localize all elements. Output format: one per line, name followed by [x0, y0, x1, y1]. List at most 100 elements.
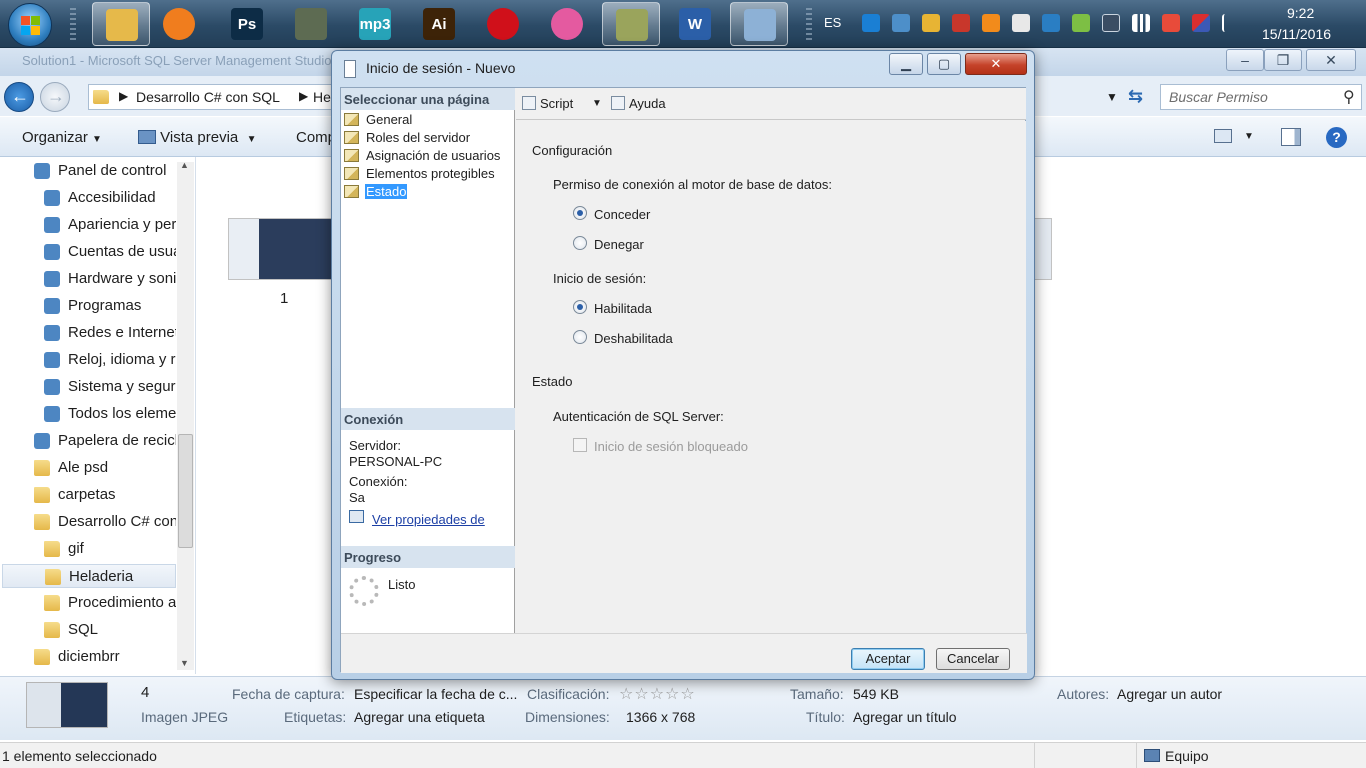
search-icon[interactable]: ⚲: [1343, 87, 1355, 107]
disabled-label[interactable]: Deshabilitada: [594, 331, 673, 346]
file-thumbnail[interactable]: [1034, 218, 1052, 280]
taskbar-app-media-player[interactable]: [150, 2, 208, 46]
nav-item[interactable]: Procedimiento a: [44, 591, 176, 615]
status-selected: 1 elemento seleccionado: [2, 748, 157, 764]
flag-tray-icon[interactable]: [1222, 14, 1240, 32]
tags-field[interactable]: Agregar una etiqueta: [354, 709, 485, 725]
nav-item[interactable]: Desarrollo C# con: [34, 510, 176, 534]
display-tray-icon[interactable]: [1102, 14, 1120, 32]
taskbar-app-sql-tools[interactable]: [602, 2, 660, 46]
taskbar-app-terminal[interactable]: [282, 2, 340, 46]
script-button[interactable]: Script: [522, 96, 573, 111]
taskbar-app-illustrator[interactable]: Ai: [410, 2, 468, 46]
minimize-button[interactable]: –: [1226, 49, 1264, 71]
ok-button[interactable]: Aceptar: [851, 648, 925, 670]
forward-button[interactable]: →: [40, 82, 70, 112]
address-dropdown-icon[interactable]: ▼: [1106, 90, 1118, 104]
network-tray-icon[interactable]: [952, 14, 970, 32]
enabled-radio[interactable]: [573, 300, 587, 314]
nav-item[interactable]: Heladeria: [2, 564, 176, 588]
ie-tray-icon[interactable]: [862, 14, 880, 32]
user-tray-icon[interactable]: [892, 14, 910, 32]
security-tray-icon[interactable]: [1042, 14, 1060, 32]
script-dropdown-icon[interactable]: ▼: [592, 98, 602, 109]
preview-pane-icon[interactable]: [1281, 128, 1301, 146]
nav-item[interactable]: Panel de control: [34, 159, 176, 183]
nav-item[interactable]: Apariencia y per: [44, 213, 176, 237]
nav-item-label: diciembrr: [58, 648, 120, 665]
nav-item[interactable]: Redes e Internet: [44, 321, 176, 345]
rating-stars[interactable]: ☆☆☆☆☆: [619, 684, 696, 704]
nav-item[interactable]: Hardware y soni: [44, 267, 176, 291]
share-menu[interactable]: Comp: [296, 129, 336, 146]
breadcrumb-item[interactable]: He: [313, 89, 331, 105]
address-bar[interactable]: ▶ Desarrollo C# con SQL ▶ He: [88, 84, 342, 110]
deny-radio[interactable]: [573, 236, 587, 250]
nav-item[interactable]: Accesibilidad: [44, 186, 176, 210]
signal-tray-icon[interactable]: [1132, 14, 1150, 32]
nav-item[interactable]: Papelera de recicl: [34, 429, 176, 453]
back-button[interactable]: ←: [4, 82, 34, 112]
breadcrumb-item[interactable]: Desarrollo C# con SQL: [136, 89, 280, 105]
clock-time[interactable]: 9:22: [1287, 5, 1314, 21]
clock-date[interactable]: 15/11/2016: [1262, 26, 1331, 42]
refresh-icon[interactable]: ⇆: [1128, 86, 1143, 107]
file-thumbnail-label[interactable]: 1: [280, 290, 288, 307]
title-field[interactable]: Agregar un título: [853, 709, 957, 725]
power-tray-icon[interactable]: [1162, 14, 1180, 32]
maximize-button[interactable]: ❐: [1264, 49, 1302, 71]
search-input[interactable]: Buscar Permiso ⚲: [1160, 84, 1362, 110]
start-button[interactable]: [8, 3, 52, 47]
preview-menu[interactable]: Vista previa ▼: [138, 129, 257, 146]
view-connection-properties-link[interactable]: Ver propiedades de: [372, 512, 485, 527]
nav-scroll-thumb[interactable]: [178, 434, 193, 548]
nav-item[interactable]: Sistema y seguri: [44, 375, 176, 399]
taskbar-app-paint[interactable]: [730, 2, 788, 46]
sync-tray-icon[interactable]: [1072, 14, 1090, 32]
nav-item[interactable]: diciembrr: [34, 645, 176, 669]
taskbar-app-word[interactable]: W: [666, 2, 724, 46]
nav-scrollbar[interactable]: [177, 162, 194, 670]
help-button[interactable]: Ayuda: [611, 96, 666, 111]
dialog-close-button[interactable]: ✕: [965, 53, 1027, 75]
scroll-up-icon[interactable]: ▲: [180, 160, 189, 170]
help-icon[interactable]: ?: [1326, 127, 1347, 148]
nav-item[interactable]: Programas: [44, 294, 176, 318]
grant-label[interactable]: Conceder: [594, 207, 650, 222]
nav-item[interactable]: Todos los eleme: [44, 402, 176, 426]
avast-tray-icon[interactable]: [982, 14, 1000, 32]
authors-field[interactable]: Agregar un autor: [1117, 686, 1222, 702]
taskbar-app-explorer[interactable]: [92, 2, 150, 46]
nav-item[interactable]: SQL: [44, 618, 176, 642]
nav-item[interactable]: Cuentas de usua: [44, 240, 176, 264]
nav-item[interactable]: carpetas: [34, 483, 176, 507]
file-thumbnail[interactable]: [228, 218, 332, 280]
taskbar-app-opera[interactable]: [474, 2, 532, 46]
view-options-icon[interactable]: [1214, 129, 1232, 143]
cancel-button[interactable]: Cancelar: [936, 648, 1010, 670]
tools-tray-icon[interactable]: [922, 14, 940, 32]
organize-menu[interactable]: Organizar ▼: [22, 129, 102, 146]
dialog-minimize-button[interactable]: ▁: [889, 53, 923, 75]
language-indicator[interactable]: ES: [824, 15, 841, 30]
capture-date-field[interactable]: Especificar la fecha de c...: [354, 686, 517, 702]
terminal-icon: [295, 8, 327, 40]
taskbar-app-itunes[interactable]: [538, 2, 596, 46]
close-button[interactable]: ✕: [1306, 49, 1356, 71]
wrench-page-icon: [344, 113, 359, 126]
taskbar-app-photoshop[interactable]: Ps: [218, 2, 276, 46]
volume-tray-icon[interactable]: [1012, 14, 1030, 32]
scroll-down-icon[interactable]: ▼: [180, 658, 189, 668]
dialog-maximize-button[interactable]: ▢: [927, 53, 961, 75]
app-tray-icon[interactable]: [1192, 14, 1210, 32]
disabled-radio[interactable]: [573, 330, 587, 344]
grant-radio[interactable]: [573, 206, 587, 220]
enabled-label[interactable]: Habilitada: [594, 301, 652, 316]
deny-label[interactable]: Denegar: [594, 237, 644, 252]
nav-item[interactable]: gif: [44, 537, 176, 561]
nav-item[interactable]: Ale psd: [34, 456, 176, 480]
taskbar-app-mp3[interactable]: mp3: [346, 2, 404, 46]
nav-item[interactable]: Reloj, idioma y r: [44, 348, 176, 372]
dropdown-arrow-icon[interactable]: ▼: [1244, 131, 1254, 142]
state-section-title: Estado: [532, 374, 573, 389]
